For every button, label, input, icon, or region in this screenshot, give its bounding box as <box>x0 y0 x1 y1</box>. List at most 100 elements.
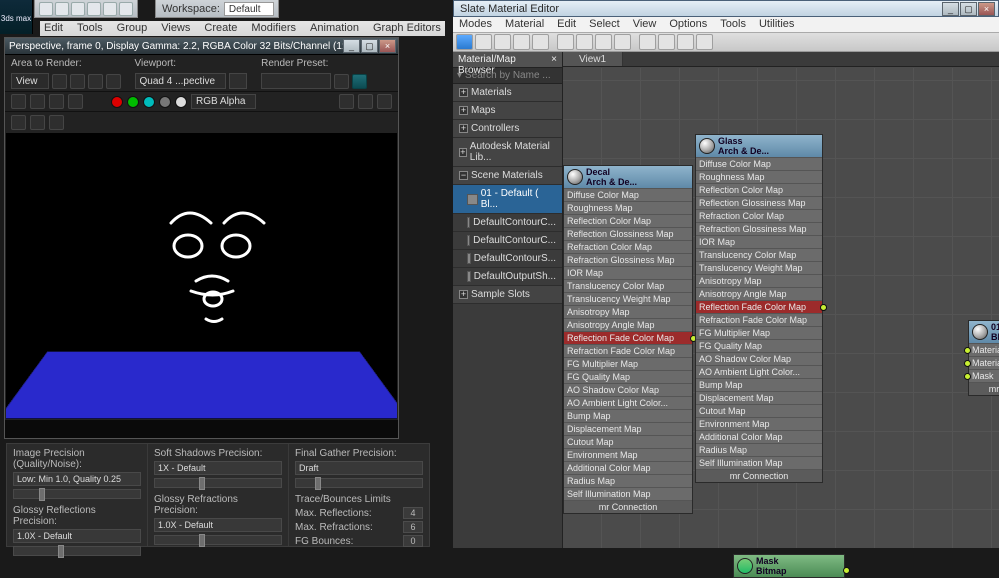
glossy-refr-dropdown[interactable]: 1.0X - Default <box>154 518 282 532</box>
node-slot[interactable]: AO Ambient Light Color... <box>564 396 692 409</box>
tb-icon[interactable] <box>696 34 713 50</box>
node-slot[interactable]: Self Illumination Map <box>564 487 692 500</box>
menu-graph-editors[interactable]: Graph Editors <box>373 21 441 36</box>
browser-cat-materials[interactable]: +Materials <box>453 84 562 102</box>
print-icon[interactable] <box>30 115 45 130</box>
node-slot[interactable]: FG Quality Map <box>564 370 692 383</box>
qat-btn[interactable] <box>103 2 117 16</box>
tb-icon[interactable] <box>475 34 492 50</box>
soft-shadows-dropdown[interactable]: 1X - Default <box>154 461 282 475</box>
qat-btn[interactable] <box>87 2 101 16</box>
browser-mat-01-default[interactable]: 01 - Default ( Bl... <box>453 185 562 214</box>
glossy-refl-dropdown[interactable]: 1.0X - Default <box>13 529 141 543</box>
node-slot[interactable]: AO Shadow Color Map <box>564 383 692 396</box>
menu-utilities[interactable]: Utilities <box>759 18 794 31</box>
node-slot[interactable]: Reflection Fade Color Map <box>696 300 822 313</box>
channel-green-icon[interactable] <box>127 96 139 108</box>
close-icon[interactable]: × <box>551 54 557 65</box>
node-slot[interactable]: Reflection Fade Color Map <box>564 331 692 344</box>
view-tab[interactable]: View1 <box>563 52 623 66</box>
menu-modes[interactable]: Modes <box>459 18 492 31</box>
maximize-button[interactable]: ▢ <box>361 39 378 53</box>
node-slot[interactable]: Anisotropy Map <box>564 305 692 318</box>
node-slot[interactable]: Cutout Map <box>696 404 822 417</box>
browser-cat-controllers[interactable]: +Controllers <box>453 120 562 138</box>
delete-icon[interactable] <box>68 94 83 109</box>
preset-icon[interactable] <box>334 74 349 89</box>
tb-icon[interactable] <box>513 34 530 50</box>
menu-select[interactable]: Select <box>589 18 620 31</box>
image-precision-slider[interactable] <box>13 489 141 499</box>
node-decal[interactable]: DecalArch & De... Diffuse Color MapRough… <box>563 165 693 514</box>
node-slot-mask[interactable]: Mask <box>969 369 999 382</box>
node-slot[interactable]: Displacement Map <box>564 422 692 435</box>
browser-cat-maps[interactable]: +Maps <box>453 102 562 120</box>
select-tool-icon[interactable] <box>456 34 473 50</box>
menu-views[interactable]: Views <box>161 21 190 36</box>
node-slot[interactable]: Reflection Glossiness Map <box>564 227 692 240</box>
node-slot[interactable]: Environment Map <box>696 417 822 430</box>
close-button[interactable]: × <box>978 2 995 16</box>
pan-icon[interactable] <box>106 74 121 89</box>
browser-search[interactable]: ▾ Search by Name ... <box>453 68 562 84</box>
channel-blue-icon[interactable] <box>143 96 155 108</box>
render-viewport[interactable] <box>5 132 398 420</box>
fx-icon[interactable] <box>377 94 392 109</box>
node-slot[interactable]: Radius Map <box>696 443 822 456</box>
node-slot[interactable]: FG Multiplier Map <box>696 326 822 339</box>
tb-icon[interactable] <box>576 34 593 50</box>
node-slot[interactable]: Environment Map <box>564 448 692 461</box>
maximize-button[interactable]: ▢ <box>960 2 977 16</box>
node-slot[interactable]: Additional Color Map <box>564 461 692 474</box>
tb-icon[interactable] <box>614 34 631 50</box>
node-slot[interactable]: Reflection Glossiness Map <box>696 196 822 209</box>
menu-material[interactable]: Material <box>505 18 544 31</box>
gamma-icon[interactable] <box>339 94 354 109</box>
node-slot[interactable]: Cutout Map <box>564 435 692 448</box>
node-footer[interactable]: mr Connection <box>564 500 692 513</box>
render-button-teal[interactable] <box>352 74 367 89</box>
node-slot[interactable]: Bump Map <box>564 409 692 422</box>
menu-animation[interactable]: Animation <box>310 21 359 36</box>
glossy-refl-slider[interactable] <box>13 546 141 556</box>
node-slot[interactable]: Roughness Map <box>564 201 692 214</box>
node-slot[interactable]: Anisotropy Angle Map <box>564 318 692 331</box>
node-slot[interactable]: Anisotropy Angle Map <box>696 287 822 300</box>
node-slot[interactable]: Radius Map <box>564 474 692 487</box>
qat-btn[interactable] <box>39 2 53 16</box>
node-slot[interactable]: Refraction Fade Color Map <box>564 344 692 357</box>
tb-icon[interactable] <box>532 34 549 50</box>
browser-mat-contour2[interactable]: DefaultContourC... <box>453 232 562 250</box>
workspace-dropdown[interactable]: Default <box>224 2 274 16</box>
browser-mat-contour1[interactable]: DefaultContourC... <box>453 214 562 232</box>
minimize-button[interactable]: _ <box>942 2 959 16</box>
browser-cat-autodesk[interactable]: +Autodesk Material Lib... <box>453 138 562 167</box>
browser-mat-contour3[interactable]: DefaultContourS... <box>453 250 562 268</box>
menu-edit[interactable]: Edit <box>557 18 576 31</box>
node-slot[interactable]: IOR Map <box>564 266 692 279</box>
node-slot[interactable]: Anisotropy Map <box>696 274 822 287</box>
node-slot[interactable]: Self Illumination Map <box>696 456 822 469</box>
clamp-icon[interactable] <box>358 94 373 109</box>
browser-cat-scene[interactable]: −Scene Materials <box>453 167 562 185</box>
node-graph[interactable]: DecalArch & De... Diffuse Color MapRough… <box>563 68 999 548</box>
node-slot[interactable]: Refraction Glossiness Map <box>696 222 822 235</box>
close-button[interactable]: × <box>379 39 396 53</box>
browser-cat-sample[interactable]: +Sample Slots <box>453 286 562 304</box>
browser-mat-output[interactable]: DefaultOutputSh... <box>453 268 562 286</box>
node-slot[interactable]: Refraction Color Map <box>696 209 822 222</box>
node-slot[interactable]: Translucency Weight Map <box>696 261 822 274</box>
tb-icon[interactable] <box>557 34 574 50</box>
qat-btn[interactable] <box>55 2 69 16</box>
channel-dropdown[interactable]: RGB Alpha <box>191 94 256 109</box>
minimize-button[interactable]: _ <box>343 39 360 53</box>
node-footer[interactable]: mr Connection <box>969 382 999 395</box>
node-blend[interactable]: 01 - DefaultBlend Material 1 Material 2 … <box>968 320 999 396</box>
node-slot-material1[interactable]: Material 1 <box>969 343 999 356</box>
menu-edit[interactable]: Edit <box>44 21 63 36</box>
node-slot[interactable]: IOR Map <box>696 235 822 248</box>
menu-modifiers[interactable]: Modifiers <box>251 21 296 36</box>
glossy-refr-slider[interactable] <box>154 535 282 545</box>
node-slot[interactable]: Additional Color Map <box>696 430 822 443</box>
node-slot[interactable]: Reflection Color Map <box>696 183 822 196</box>
